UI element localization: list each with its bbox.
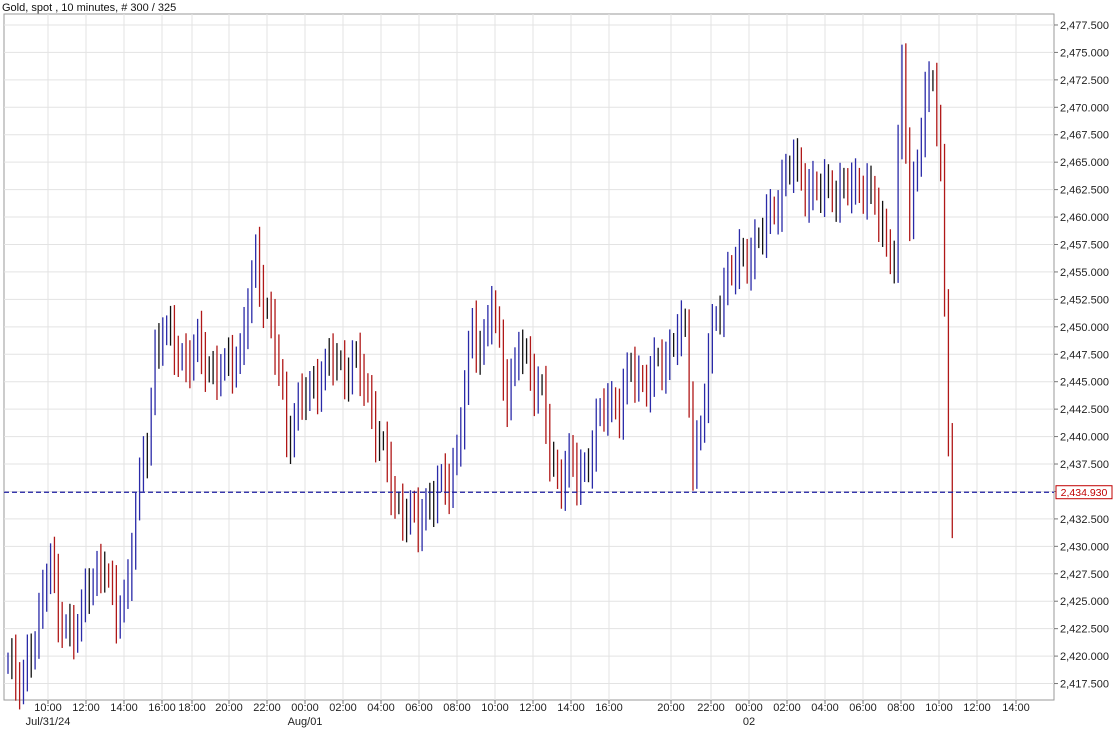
x-tick-label: 00:00	[291, 702, 319, 714]
x-tick-label: 22:00	[253, 702, 281, 714]
x-tick-label: 16:00	[148, 702, 176, 714]
x-tick-label: 10:00	[481, 702, 509, 714]
current-price-label: 2,434.930	[1061, 487, 1108, 499]
x-tick-label: 06:00	[405, 702, 433, 714]
x-tick-label: 10:00	[925, 702, 953, 714]
y-tick-label: 2,437.500	[1060, 459, 1109, 471]
x-tick-label: 14:00	[1002, 702, 1030, 714]
y-tick-label: 2,462.500	[1060, 185, 1109, 197]
x-tick-label: 18:00	[178, 702, 206, 714]
y-tick-label: 2,422.500	[1060, 624, 1109, 636]
y-tick-label: 2,477.500	[1060, 20, 1109, 32]
x-tick-label: 14:00	[557, 702, 585, 714]
y-tick-label: 2,445.000	[1060, 377, 1109, 389]
price-label-box: 2,434.930	[1055, 485, 1113, 500]
x-tick-label: 22:00	[697, 702, 725, 714]
y-tick-label: 2,432.500	[1060, 514, 1109, 526]
x-tick-label: 06:00	[849, 702, 877, 714]
y-tick-label: 2,455.000	[1060, 267, 1109, 279]
x-tick-label: 16:00	[595, 702, 623, 714]
y-tick-label: 2,460.000	[1060, 212, 1109, 224]
y-tick-label: 2,470.000	[1060, 102, 1109, 114]
y-tick-label: 2,465.000	[1060, 157, 1109, 169]
y-tick-label: 2,452.500	[1060, 294, 1109, 306]
y-tick-label: 2,425.000	[1060, 596, 1109, 608]
y-tick-label: 2,457.500	[1060, 239, 1109, 251]
x-date-label: 02	[743, 716, 755, 728]
y-tick-label: 2,467.500	[1060, 130, 1109, 142]
x-date-label: Jul/31/24	[26, 716, 71, 728]
x-tick-label: 02:00	[773, 702, 801, 714]
x-tick-label: 20:00	[215, 702, 243, 714]
y-tick-label: 2,475.000	[1060, 47, 1109, 59]
x-tick-label: 12:00	[963, 702, 991, 714]
y-tick-label: 2,417.500	[1060, 679, 1109, 691]
y-tick-label: 2,440.000	[1060, 432, 1109, 444]
y-tick-label: 2,472.500	[1060, 75, 1109, 87]
x-tick-label: 10:00	[34, 702, 62, 714]
y-tick-label: 2,442.500	[1060, 404, 1109, 416]
x-tick-label: 04:00	[367, 702, 395, 714]
x-tick-label: 08:00	[887, 702, 915, 714]
y-tick-label: 2,420.000	[1060, 651, 1109, 663]
x-tick-label: 00:00	[735, 702, 763, 714]
x-tick-label: 14:00	[110, 702, 138, 714]
x-date-label: Aug/01	[288, 716, 323, 728]
chart-window: 2,417.500 2,420.000 2,422.500 2,425.000 2,42…	[0, 0, 1116, 734]
y-tick-label: 2,447.500	[1060, 349, 1109, 361]
x-tick-label: 02:00	[329, 702, 357, 714]
x-tick-label: 20:00	[657, 702, 685, 714]
y-tick-label: 2,430.000	[1060, 541, 1109, 553]
x-tick-label: 04:00	[811, 702, 839, 714]
x-tick-label: 12:00	[519, 702, 547, 714]
x-tick-label: 08:00	[443, 702, 471, 714]
x-tick-label: 12:00	[72, 702, 100, 714]
y-tick-label: 2,427.500	[1060, 569, 1109, 581]
chart-title: Gold, spot , 10 minutes, # 300 / 325	[2, 2, 176, 14]
y-tick-label: 2,450.000	[1060, 322, 1109, 334]
price-chart[interactable]: 2,417.500 2,420.000 2,422.500 2,425.000 2,42…	[0, 0, 1116, 734]
